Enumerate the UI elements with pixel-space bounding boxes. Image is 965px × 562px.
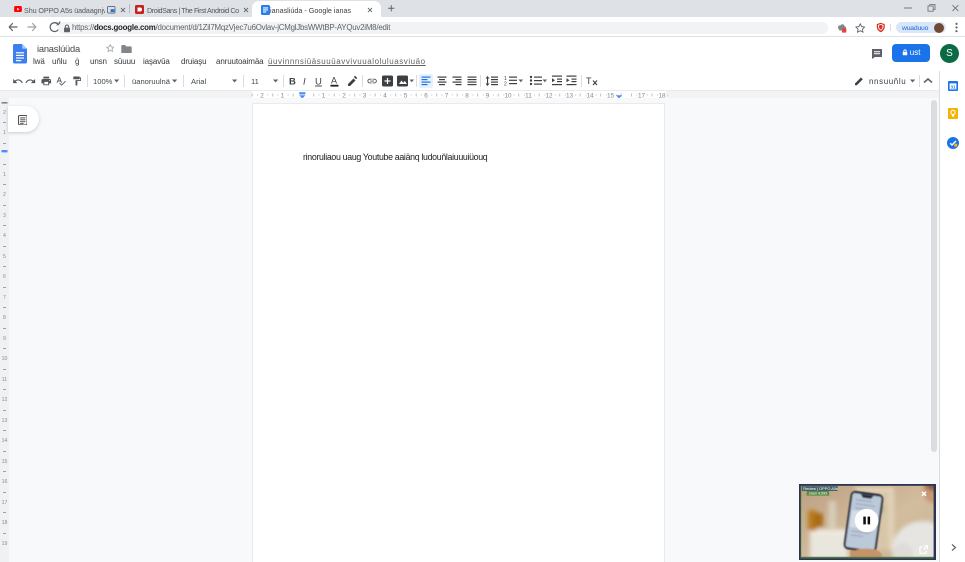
svg-text:5: 5 [3, 254, 6, 260]
svg-text:B: B [289, 77, 296, 88]
svg-text:31: 31 [950, 84, 956, 89]
svg-text:14: 14 [2, 438, 8, 444]
svg-text:U: U [315, 77, 322, 88]
svg-text:13: 13 [2, 418, 8, 424]
svg-text:11: 11 [251, 77, 259, 86]
svg-text:snen 4,999: snen 4,999 [809, 492, 827, 496]
svg-text:17: 17 [2, 500, 8, 506]
svg-text:7: 7 [3, 295, 6, 301]
svg-text:1: 1 [3, 130, 6, 136]
svg-text:12: 12 [2, 397, 8, 403]
svg-text:1: 1 [3, 172, 6, 178]
svg-text:3: 3 [3, 213, 6, 219]
svg-text:6: 6 [3, 274, 6, 280]
svg-text:15: 15 [2, 459, 8, 465]
svg-text:I: I [303, 77, 306, 88]
svg-text:T: T [586, 76, 592, 86]
svg-text:Review | OPPO A5s: Review | OPPO A5s [803, 486, 838, 491]
svg-text:Arial: Arial [191, 77, 207, 86]
svg-text:100%: 100% [93, 77, 113, 86]
svg-text:8: 8 [3, 315, 6, 321]
svg-text:18: 18 [2, 520, 8, 526]
svg-text:2: 2 [3, 192, 6, 198]
svg-text:10: 10 [2, 356, 8, 362]
svg-text:üanoruulnä: üanoruulnä [132, 77, 171, 86]
svg-text:19: 19 [2, 541, 8, 547]
svg-text:9: 9 [3, 336, 6, 342]
svg-text:2: 2 [504, 82, 507, 88]
svg-text:2: 2 [3, 110, 6, 116]
svg-text:11: 11 [2, 377, 7, 383]
svg-text:nnsuuňlu: nnsuuňlu [869, 77, 906, 86]
svg-text:16: 16 [2, 479, 8, 485]
svg-text:4: 4 [3, 233, 6, 239]
svg-text:A: A [331, 76, 337, 86]
